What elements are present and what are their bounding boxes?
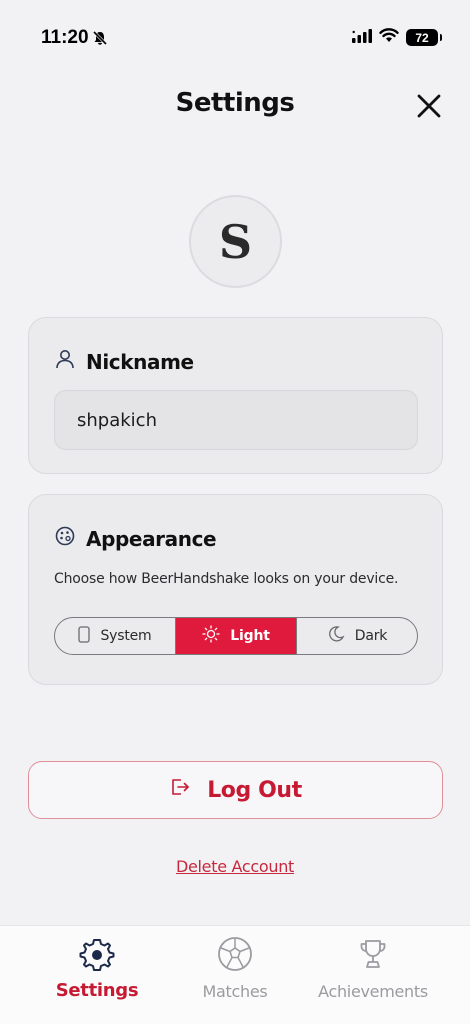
phone-icon [78, 625, 91, 647]
moon-icon [327, 625, 345, 647]
tab-label: Achievements [318, 982, 428, 1001]
logout-button[interactable]: Log Out [28, 761, 443, 819]
status-bar: 11:20 72 [0, 0, 470, 70]
theme-option-dark[interactable]: Dark [296, 618, 417, 654]
theme-option-label: System [100, 628, 152, 644]
nickname-header: Nickname [54, 348, 194, 375]
close-button[interactable] [414, 91, 444, 121]
sun-icon [202, 625, 220, 647]
close-icon [417, 94, 441, 118]
tab-matches[interactable]: Matches [160, 936, 310, 1001]
avatar-initial: S [218, 214, 253, 269]
palette-icon [54, 525, 76, 552]
tab-settings[interactable]: Settings [22, 936, 172, 1001]
bell-off-icon [92, 30, 108, 50]
person-icon [54, 348, 76, 375]
battery-icon: 72 [406, 29, 442, 46]
appearance-description: Choose how BeerHandshake looks on your d… [54, 571, 399, 587]
avatar[interactable]: S [189, 195, 282, 288]
logout-label: Log Out [207, 777, 302, 803]
theme-option-system[interactable]: System [55, 618, 175, 654]
tab-label: Matches [202, 982, 268, 1001]
theme-option-label: Dark [354, 628, 388, 644]
appearance-header: Appearance [54, 525, 217, 552]
appearance-title: Appearance [86, 526, 217, 551]
tab-label: Settings [55, 980, 139, 1001]
nickname-input[interactable] [54, 390, 418, 450]
gear-icon [79, 936, 115, 976]
wifi-icon [379, 28, 399, 47]
appearance-card: Appearance Choose how BeerHandshake look… [28, 494, 443, 685]
signal-icon [352, 28, 372, 47]
nickname-card: Nickname [28, 317, 443, 474]
theme-selector: System Light Dark [54, 617, 418, 655]
soccer-ball-icon [217, 936, 253, 976]
tab-achievements[interactable]: Achievements [298, 936, 448, 1001]
theme-option-light[interactable]: Light [175, 618, 296, 654]
tab-bar: Settings Matches Achievements [0, 925, 470, 1024]
trophy-icon [355, 936, 391, 976]
nickname-title: Nickname [86, 349, 194, 374]
delete-account-link[interactable]: Delete Account [0, 857, 470, 876]
theme-option-label: Light [230, 628, 270, 644]
status-time: 11:20 [41, 27, 89, 48]
logout-icon [169, 776, 191, 804]
page-title: Settings [175, 88, 295, 118]
